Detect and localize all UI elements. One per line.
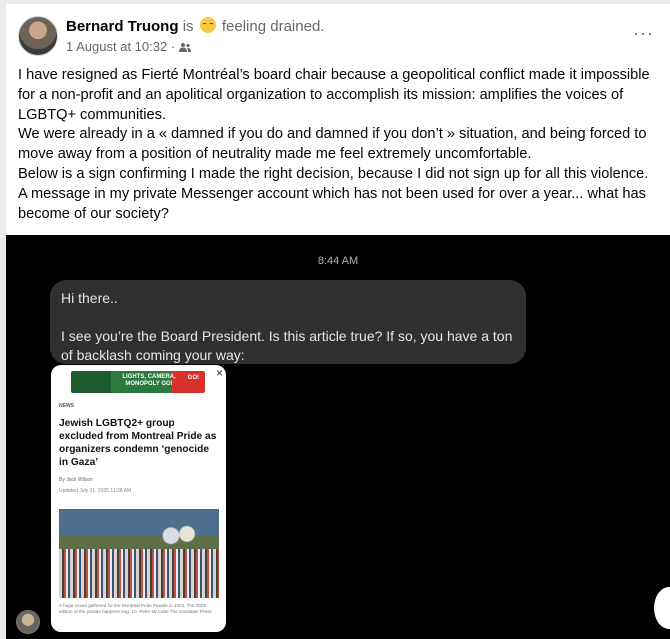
- parade-crowd: [59, 549, 219, 598]
- post-paragraph: Below is a sign confirming I made the ri…: [18, 165, 649, 182]
- author-name[interactable]: Bernard Truong: [66, 18, 179, 35]
- post-header: Bernard Truong is feeling drained. 1 Aug…: [18, 14, 658, 58]
- close-icon: ×: [215, 366, 223, 380]
- post-body: I have resigned as Fierté Montréal’s boa…: [18, 66, 668, 224]
- message-greeting: Hi there..: [61, 290, 118, 306]
- message-bubble: Hi there.. I see you’re the Board Presid…: [50, 280, 526, 364]
- drained-emoji-icon: [199, 17, 216, 33]
- post-meta: 1 August at 10:32 ·: [66, 39, 191, 54]
- cropped-element: [654, 587, 670, 629]
- message-text: I see you’re the Board President. Is thi…: [61, 328, 513, 363]
- news-label: NEWS: [59, 403, 74, 409]
- post-paragraph: We were already in a « damned if you do …: [18, 126, 647, 163]
- messenger-screenshot-image[interactable]: 8:44 AM Hi there.. I see you’re the Boar…: [6, 235, 670, 639]
- article-headline: Jewish LGBTQ2+ group excluded from Montr…: [59, 418, 217, 468]
- ad-text: LIGHTS, CAMERA, MONOPOLY GO!: [122, 374, 176, 387]
- meta-separator: ·: [170, 39, 176, 54]
- post-paragraph: A message in my private Messenger accoun…: [18, 185, 646, 222]
- more-options-icon[interactable]: ···: [633, 24, 654, 42]
- is-text: is: [182, 18, 194, 35]
- message-timestamp: 8:44 AM: [317, 255, 359, 267]
- article-byline: By Jack Wilson: [59, 477, 93, 483]
- facebook-post: Bernard Truong is feeling drained. 1 Aug…: [6, 4, 670, 639]
- photo-caption: A huge crowd gathered for the Montreal P…: [59, 603, 212, 614]
- author-line: Bernard Truong is feeling drained.: [66, 17, 324, 35]
- post-date[interactable]: 1 August at 10:32: [66, 39, 167, 54]
- article-photo: [59, 509, 219, 598]
- ad-go-label: GO!: [187, 375, 199, 381]
- post-paragraph: I have resigned as Fierté Montréal’s boa…: [18, 67, 650, 123]
- sender-avatar: [16, 610, 40, 634]
- friends-audience-icon[interactable]: [178, 42, 191, 52]
- feeling-text: feeling drained.: [221, 18, 325, 35]
- ad-banner: LIGHTS, CAMERA, MONOPOLY GO! GO!: [71, 371, 205, 393]
- shared-article-card: LIGHTS, CAMERA, MONOPOLY GO! GO! × NEWS …: [51, 365, 226, 632]
- article-updated: Updated July 31, 2025 11:38 AM: [59, 488, 132, 494]
- author-avatar[interactable]: [18, 16, 58, 56]
